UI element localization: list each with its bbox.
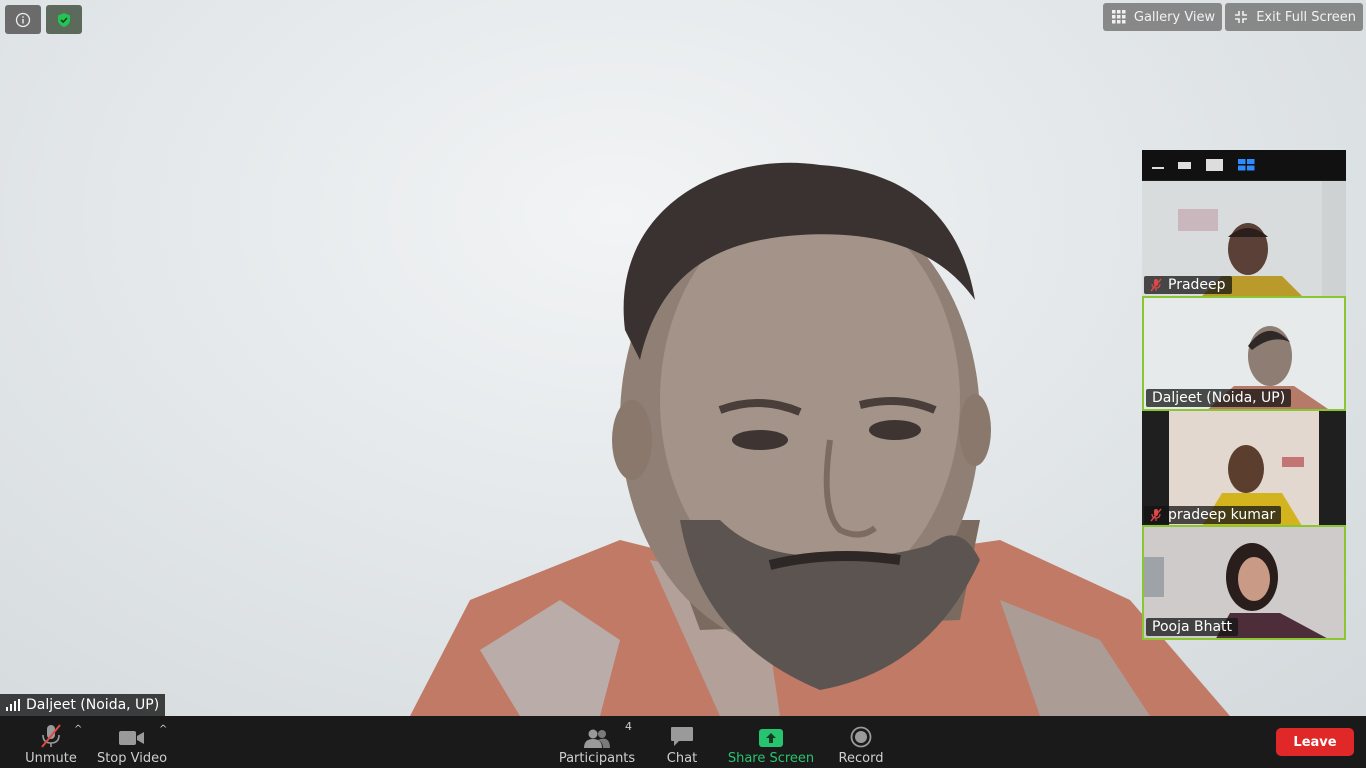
signal-strength-icon <box>6 699 20 711</box>
participant-filmstrip: Pradeep Daljeet (Noida, UP) pradeep kuma… <box>1142 150 1346 640</box>
speaker-name: Daljeet (Noida, UP) <box>26 697 160 713</box>
info-icon <box>15 12 31 27</box>
video-camera-icon <box>119 731 144 745</box>
video-options-caret[interactable]: ^ <box>159 724 167 735</box>
audio-options-caret[interactable]: ^ <box>74 724 82 735</box>
participant-tile-daljeet[interactable]: Daljeet (Noida, UP) <box>1142 296 1346 411</box>
meeting-controls-top-left <box>5 5 82 34</box>
view-controls-top-right: Gallery View Exit Full Screen <box>1102 3 1363 31</box>
record-button[interactable]: Record <box>838 716 884 768</box>
stop-video-button[interactable]: Stop Video <box>96 716 168 768</box>
participants-icon <box>584 729 610 748</box>
participant-name: Daljeet (Noida, UP) <box>1152 390 1286 406</box>
active-speaker-strip-button[interactable] <box>1178 155 1192 175</box>
participants-button[interactable]: Participants <box>558 716 636 768</box>
record-icon <box>850 726 872 748</box>
filmstrip-view-switcher <box>1142 150 1346 180</box>
exit-full-screen-label: Exit Full Screen <box>1256 9 1356 25</box>
participant-label: Daljeet (Noida, UP) <box>1146 389 1292 407</box>
chat-label: Chat <box>666 751 698 766</box>
participant-name: Pradeep <box>1168 277 1226 293</box>
shield-icon <box>58 12 70 27</box>
speaker-name-label: Daljeet (Noida, UP) <box>0 694 166 716</box>
participant-tile-pradeep-kumar[interactable]: pradeep kumar <box>1142 411 1346 526</box>
exit-full-screen-button[interactable]: Exit Full Screen <box>1225 3 1363 31</box>
small-window-icon <box>1178 162 1191 169</box>
participants-label: Participants <box>558 751 636 766</box>
muted-mic-icon <box>1150 508 1162 522</box>
participant-tile-pradeep[interactable]: Pradeep <box>1142 181 1346 296</box>
participants-count: 4 <box>625 720 632 733</box>
participant-label: pradeep kumar <box>1144 506 1282 524</box>
minimize-icon <box>1152 167 1164 169</box>
gallery-view-label: Gallery View <box>1133 9 1216 25</box>
gallery-strip-button[interactable] <box>1238 155 1256 175</box>
unmute-button[interactable]: Unmute <box>24 716 78 768</box>
record-label: Record <box>838 751 884 766</box>
meeting-toolbar: Unmute ^ Stop Video ^ Participants 4 Cha… <box>0 716 1366 768</box>
exit-fullscreen-icon <box>1235 11 1248 23</box>
participant-name: pradeep kumar <box>1168 507 1276 523</box>
encryption-button[interactable] <box>46 5 82 34</box>
leave-button[interactable]: Leave <box>1276 728 1354 756</box>
participant-tile-pooja-bhatt[interactable]: Pooja Bhatt <box>1142 525 1346 640</box>
share-screen-icon <box>759 729 783 747</box>
share-screen-button[interactable]: Share Screen <box>727 716 815 768</box>
participant-label: Pooja Bhatt <box>1146 618 1239 636</box>
unmute-label: Unmute <box>25 751 77 766</box>
large-window-button[interactable] <box>1206 155 1224 175</box>
participant-label: Pradeep <box>1144 276 1232 294</box>
meeting-info-button[interactable] <box>5 5 41 34</box>
muted-microphone-icon <box>41 724 61 748</box>
hide-video-panel-button[interactable] <box>1152 155 1164 175</box>
gallery-view-button[interactable]: Gallery View <box>1102 3 1223 31</box>
chat-button[interactable]: Chat <box>664 716 700 768</box>
large-window-icon <box>1206 159 1223 171</box>
participant-name: Pooja Bhatt <box>1152 619 1233 635</box>
muted-mic-icon <box>1150 278 1162 292</box>
grid-icon <box>1111 10 1126 24</box>
grid-view-icon <box>1238 159 1255 171</box>
chat-bubble-icon <box>671 727 693 746</box>
stop-video-label: Stop Video <box>96 751 168 766</box>
share-screen-label: Share Screen <box>727 751 815 766</box>
